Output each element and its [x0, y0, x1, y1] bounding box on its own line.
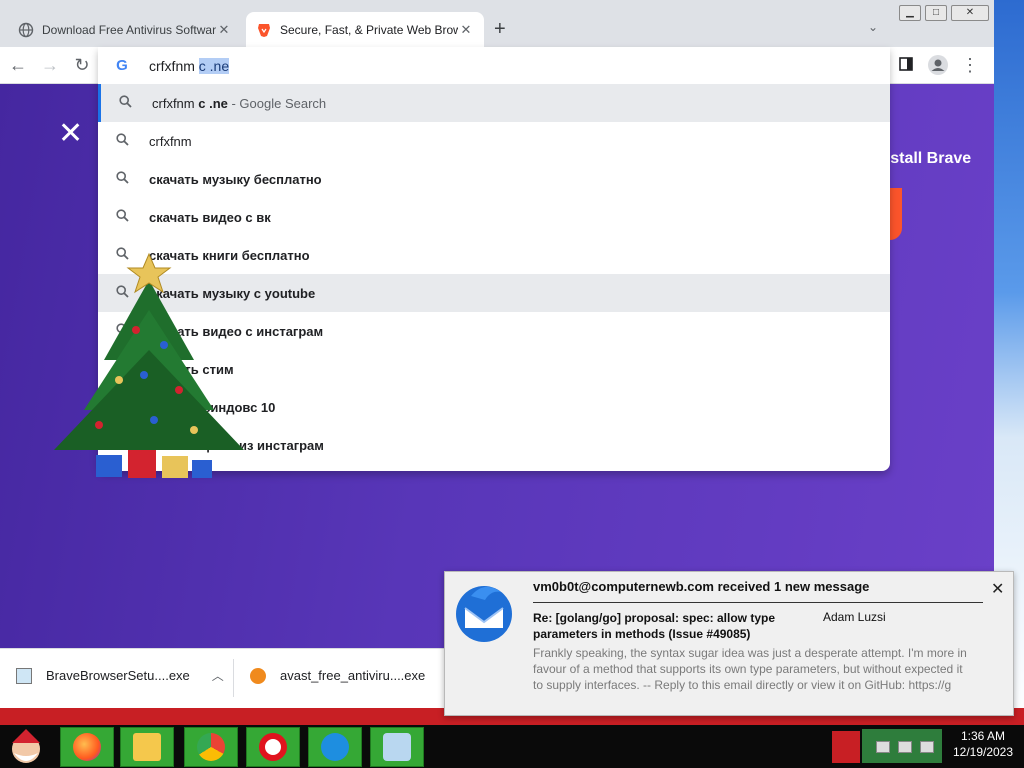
suggestion-item[interactable]: скачать видео с вк: [98, 198, 890, 236]
suggestion-text: скачать видео с вк: [149, 210, 271, 225]
reload-icon[interactable]: ↻: [72, 55, 92, 76]
tray-decoration: [832, 731, 860, 763]
search-icon: [115, 209, 129, 225]
clock-date: 12/19/2023: [952, 745, 1014, 759]
tab-strip: Download Free Antivirus Software ✕ Secur…: [0, 0, 994, 47]
suggestion-bold: c .ne: [198, 95, 228, 111]
google-icon: G: [116, 56, 128, 74]
back-arrow-icon[interactable]: ←: [8, 55, 28, 76]
suggestion-text: crfxfnm c .ne - Google Search: [152, 96, 326, 111]
suggestion-item[interactable]: crfxfnm: [98, 122, 890, 160]
address-bar[interactable]: G crfxfnm c .ne: [98, 47, 890, 84]
taskbar-clock[interactable]: 1:36 AM 12/19/2023: [942, 728, 1024, 760]
taskbar-media-app[interactable]: [370, 727, 424, 767]
tab-close-icon[interactable]: ✕: [216, 22, 232, 38]
chat-bubble-icon: [321, 733, 349, 761]
address-selected-text: c .ne: [198, 57, 230, 74]
network-icon[interactable]: [898, 741, 912, 753]
notification-close-icon[interactable]: ✕: [991, 579, 1004, 599]
page-close-icon[interactable]: ✕: [58, 116, 83, 151]
globe-icon: [18, 22, 34, 37]
profile-avatar-icon[interactable]: [928, 55, 948, 80]
christmas-tree-decoration: [54, 252, 244, 478]
suggestion-text: скачать музыку бесплатно: [149, 172, 322, 187]
forward-arrow-icon[interactable]: →: [40, 55, 60, 76]
download-item-avast[interactable]: avast_free_antiviru....exe ︿: [250, 667, 459, 684]
suggestion-bold: скачать музыку бесплатно: [149, 171, 322, 187]
install-brave-heading: Install Brave: [876, 150, 972, 167]
taskbar: 1:36 AM 12/19/2023: [0, 725, 1024, 768]
tab-search-chevron-icon[interactable]: ⌄: [868, 20, 878, 34]
avast-icon: [250, 667, 266, 684]
opera-icon: [259, 733, 287, 761]
suggestion-item[interactable]: crfxfnm c .ne - Google Search: [98, 84, 890, 122]
menu-kebab-icon[interactable]: ⋮: [960, 55, 980, 76]
system-tray: [862, 729, 942, 763]
notification-title: vm0b0t@computernewb.com received 1 new m…: [533, 579, 870, 594]
email-sender: Adam Luzsi: [823, 610, 886, 624]
tab-avast[interactable]: Download Free Antivirus Software ✕: [8, 12, 242, 47]
chrome-icon: [197, 733, 225, 761]
email-subject: Re: [golang/go] proposal: spec: allow ty…: [533, 611, 776, 641]
address-input[interactable]: crfxfnm c .ne: [149, 57, 230, 74]
tab-brave[interactable]: Secure, Fast, & Private Web Browser ✕: [246, 12, 484, 47]
firefox-icon: [73, 733, 101, 761]
download-filename: BraveBrowserSetu....exe: [46, 668, 190, 683]
maximize-button[interactable]: □: [925, 5, 947, 21]
taskbar-firefox[interactable]: [60, 727, 114, 767]
suggestion-plain: crfxfnm: [149, 133, 192, 149]
search-icon: [118, 95, 132, 111]
chevron-up-icon[interactable]: ︿: [212, 667, 224, 684]
new-tab-button[interactable]: +: [494, 18, 506, 41]
search-icon: [115, 171, 129, 187]
minimize-button[interactable]: ▁: [899, 5, 921, 21]
divider: [533, 602, 983, 603]
sidebar-icon[interactable]: [896, 55, 916, 76]
suggestion-text: crfxfnm: [149, 134, 192, 149]
installer-file-icon: [16, 667, 32, 684]
action-center-icon[interactable]: [876, 741, 890, 753]
email-notification[interactable]: vm0b0t@computernewb.com received 1 new m…: [444, 571, 1014, 716]
thunderbird-icon: [456, 586, 512, 642]
email-preview: Frankly speaking, the syntax sugar idea …: [533, 646, 967, 692]
download-filename: avast_free_antiviru....exe: [280, 668, 426, 683]
download-item-brave[interactable]: BraveBrowserSetu....exe ︿: [16, 667, 224, 684]
clock-time: 1:36 AM: [960, 729, 1006, 743]
start-button-santa-icon[interactable]: [4, 727, 48, 767]
suggestion-plain: crfxfnm: [152, 95, 199, 111]
suggestion-item[interactable]: скачать музыку бесплатно: [98, 160, 890, 198]
tab-title: Download Free Antivirus Software: [42, 22, 216, 37]
taskbar-messenger[interactable]: [308, 727, 362, 767]
divider: [233, 659, 234, 697]
taskbar-chrome[interactable]: [184, 727, 238, 767]
volume-icon[interactable]: [920, 741, 934, 753]
media-disc-icon: [383, 733, 411, 761]
taskbar-opera[interactable]: [246, 727, 300, 767]
folder-icon: [133, 733, 161, 761]
taskbar-file-explorer[interactable]: [120, 727, 174, 767]
tab-title: Secure, Fast, & Private Web Browser: [280, 22, 458, 37]
brave-lion-icon: [258, 23, 270, 37]
address-typed-text: crfxfnm: [149, 57, 199, 74]
search-icon: [115, 133, 129, 149]
tab-close-icon[interactable]: ✕: [458, 22, 474, 38]
suggestion-bold: скачать видео с вк: [149, 209, 271, 225]
window-close-button[interactable]: ✕: [951, 5, 989, 21]
suggestion-hint: - Google Search: [227, 95, 327, 111]
